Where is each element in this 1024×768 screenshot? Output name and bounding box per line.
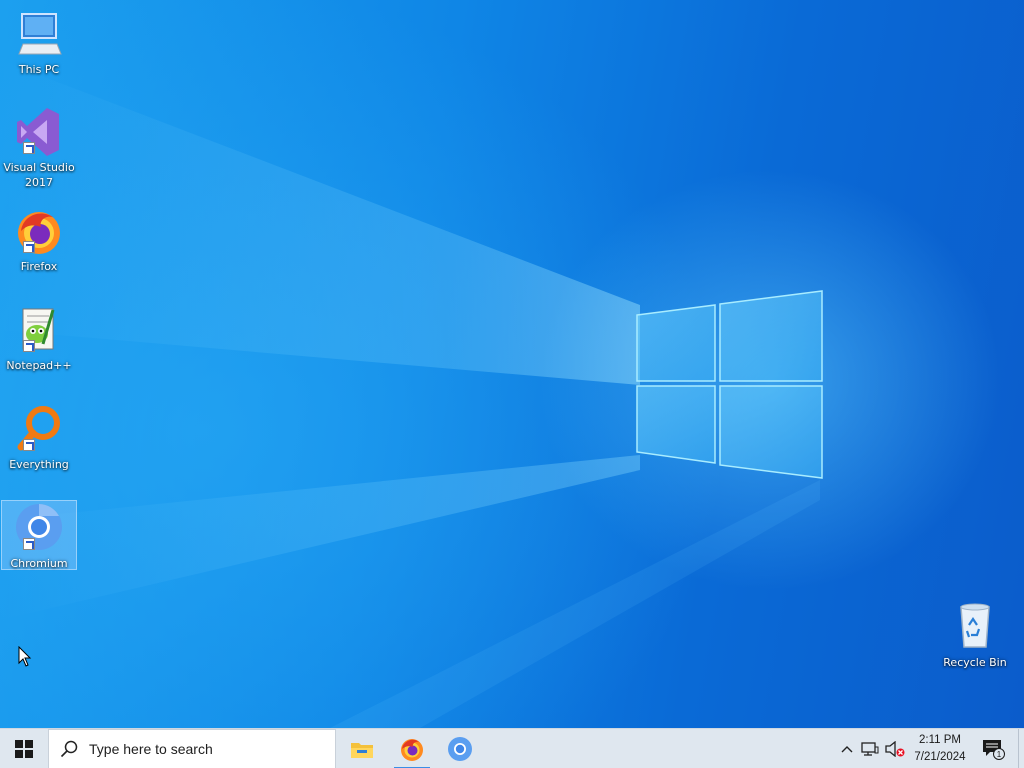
desktop-icon-firefox[interactable]: Firefox — [1, 205, 77, 274]
everything-search-icon — [13, 403, 65, 455]
shortcut-arrow-icon — [23, 241, 35, 253]
show-desktop-button[interactable] — [1018, 729, 1024, 768]
taskbar-firefox[interactable] — [388, 729, 436, 768]
shortcut-arrow-icon — [23, 340, 35, 352]
chromium-icon — [13, 502, 65, 554]
network-tray-button[interactable] — [858, 729, 882, 768]
desktop-icon-label: Chromium — [10, 557, 68, 570]
start-button[interactable] — [0, 729, 48, 768]
clock-time: 2:11 PM — [919, 734, 961, 746]
shortcut-arrow-icon — [23, 439, 35, 451]
notepadpp-icon — [13, 304, 65, 356]
desktop-icon-chromium[interactable]: Chromium — [1, 500, 77, 570]
desktop-icon-label: This PC — [18, 63, 60, 76]
computer-icon — [13, 8, 65, 60]
firefox-icon — [401, 739, 423, 761]
chevron-up-icon — [841, 746, 853, 753]
taskbar-file-explorer[interactable] — [338, 729, 386, 768]
notification-icon: 1 — [983, 740, 1005, 760]
windows-logo-graphic — [636, 290, 823, 479]
chromium-icon — [448, 737, 472, 761]
notification-count: 1 — [997, 750, 1002, 759]
desktop-wallpaper[interactable] — [0, 0, 1024, 728]
mouse-cursor-icon — [18, 646, 32, 667]
firefox-icon — [13, 205, 65, 257]
clock-date: 7/21/2024 — [914, 751, 966, 763]
desktop-icon-label: Notepad++ — [6, 359, 72, 372]
visual-studio-icon — [13, 106, 65, 158]
desktop-icon-label: Recycle Bin — [943, 656, 1007, 669]
desktop-icon-label: Everything — [9, 458, 69, 471]
taskbar-search-box[interactable]: Type here to search — [48, 729, 336, 768]
action-center-button[interactable]: 1 — [978, 729, 1008, 768]
desktop-icon-everything[interactable]: Everything — [1, 403, 77, 472]
taskbar-clock[interactable]: 2:11 PM 7/21/2024 — [904, 729, 976, 768]
windows-start-icon — [15, 740, 33, 758]
volume-muted-icon — [885, 741, 905, 757]
taskbar-chromium[interactable] — [436, 729, 484, 768]
desktop-icon-label: Visual Studio 2017 — [3, 161, 75, 189]
recycle-bin-icon — [949, 601, 1001, 653]
desktop-icon-label: Firefox — [20, 260, 58, 273]
search-placeholder: Type here to search — [89, 741, 213, 757]
file-explorer-icon — [351, 743, 373, 758]
search-icon — [49, 729, 89, 768]
shortcut-arrow-icon — [23, 142, 35, 154]
taskbar: Type here to search 2:11 PM 7/21/2024 1 — [0, 728, 1024, 768]
desktop-icon-notepadpp[interactable]: Notepad++ — [1, 304, 77, 373]
desktop-icon-this-pc[interactable]: This PC — [1, 8, 77, 77]
shortcut-arrow-icon — [23, 538, 35, 550]
show-hidden-icons-button[interactable] — [836, 729, 858, 768]
desktop-icon-visual-studio[interactable]: Visual Studio 2017 — [1, 106, 77, 190]
network-icon — [861, 742, 879, 756]
desktop-icon-recycle-bin[interactable]: Recycle Bin — [937, 601, 1013, 670]
